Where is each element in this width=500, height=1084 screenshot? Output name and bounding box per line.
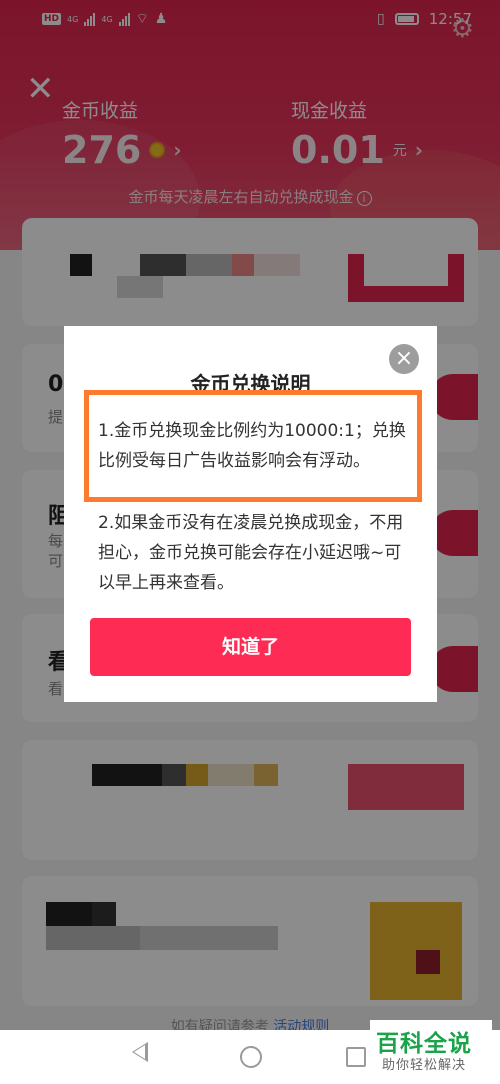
highlight-annotation xyxy=(84,390,422,502)
back-icon[interactable] xyxy=(132,1042,148,1062)
dialog-paragraph-2: 2.如果金币没有在凌晨兑换成现金，不用担心，金币兑换可能会存在小延迟哦~可以早上… xyxy=(98,513,404,593)
home-icon[interactable] xyxy=(240,1046,262,1068)
recent-apps-icon[interactable] xyxy=(346,1047,366,1067)
exchange-info-dialog: × 金币兑换说明 1.金币兑换现金比例约为10000:1；兑换比例受每日广告收益… xyxy=(64,326,437,702)
site-watermark: 百科全说 助你轻松解决 xyxy=(370,1020,492,1076)
watermark-title: 百科全说 xyxy=(376,1031,472,1057)
watermark-subtitle: 助你轻松解决 xyxy=(382,1058,467,1073)
got-it-button[interactable]: 知道了 xyxy=(90,618,411,676)
